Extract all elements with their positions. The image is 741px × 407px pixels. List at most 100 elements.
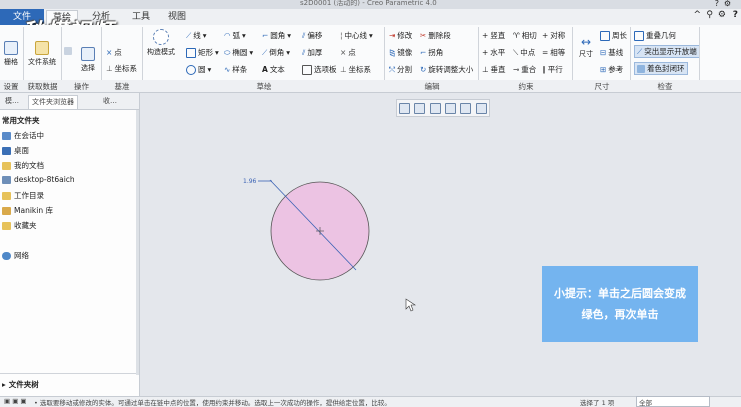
chamfer-button[interactable]: ⟋ 倒角 ▾ — [262, 47, 290, 58]
window-title: s2D0001 (活动的) - Creo Parametric 4.0 — [300, 0, 437, 7]
point-button[interactable]: × 点 — [106, 47, 122, 58]
x-point-icon: × — [106, 48, 113, 57]
offset-button[interactable]: ⫽ 偏移 — [302, 30, 322, 41]
coord2-button[interactable]: ⊥ 坐标系 — [340, 64, 371, 75]
group-dimension[interactable]: 尺寸 — [574, 81, 630, 92]
group-constrain[interactable]: 约束 — [480, 81, 572, 92]
expand-arrow-icon: ▸ — [2, 380, 6, 389]
line-icon: ⟋ — [186, 30, 192, 40]
coord-system-button[interactable]: ⊥ 坐标系 — [106, 63, 137, 74]
folder-favorites[interactable]: 收藏夹 — [2, 220, 37, 231]
circle-button[interactable]: 圆 ▾ — [186, 64, 211, 75]
tab-favorites[interactable]: 收… — [100, 95, 120, 108]
thicken-button[interactable]: ⫽ 加厚 — [302, 47, 322, 58]
grid-icon — [4, 41, 18, 55]
ellipse-button[interactable]: ⬭ 椭圆 ▾ — [224, 47, 253, 58]
group-operations[interactable]: 操作 — [63, 81, 100, 92]
help-icon[interactable]: ? — [715, 0, 719, 8]
tip-line-1: 小提示：单击之后圆会变成 — [554, 287, 686, 300]
tip-line-2: 绿色，再次单击 — [581, 308, 659, 321]
tab-folder-browser[interactable]: 文件夹浏览器 — [28, 95, 78, 109]
perimeter-button[interactable]: 周长 — [600, 30, 627, 41]
spline-button[interactable]: ∿ 样条 — [224, 64, 247, 75]
diameter-dimension-text[interactable]: 1.96 — [243, 178, 257, 185]
palette-button[interactable]: 选项板 — [302, 64, 337, 75]
mirror-icon: ⧎ — [389, 48, 396, 57]
group-get-data[interactable]: 获取数据 — [25, 81, 60, 92]
tab-model-tree[interactable]: 模… — [2, 95, 22, 108]
midpoint-icon: ⟍ — [513, 47, 519, 57]
tab-view[interactable]: 视图 — [162, 10, 192, 24]
tangent-icon: ♈ — [513, 31, 520, 40]
collapse-ribbon-icon[interactable]: ^ — [693, 10, 701, 20]
overlap-geometry-button[interactable]: 重叠几何 — [634, 30, 676, 41]
grid-button[interactable]: 栅格 — [2, 41, 20, 67]
construct-icon — [153, 29, 169, 45]
mouse-cursor-icon — [405, 298, 416, 312]
perpendicular-constraint[interactable]: ⊥ 垂直 — [482, 64, 506, 75]
folder-my-documents[interactable]: 我的文档 — [2, 160, 44, 171]
tab-tools[interactable]: 工具 — [126, 10, 156, 24]
delete-segment-icon: ✂ — [420, 31, 427, 40]
corner-button[interactable]: ⌐ 拐角 — [420, 47, 443, 58]
equal-icon: = — [542, 48, 549, 57]
delete-segment-button[interactable]: ✂ 删除段 — [420, 30, 451, 41]
folder-in-session[interactable]: 在会话中 — [2, 130, 44, 141]
group-settings[interactable]: 设置 — [0, 81, 22, 92]
equal-constraint[interactable]: = 相等 — [542, 47, 565, 58]
midpoint-constraint[interactable]: ⟍ 中点 — [513, 47, 535, 58]
corner-icon: ⌐ — [420, 48, 427, 57]
dimension-button[interactable]: ↔ 尺寸 — [576, 35, 596, 59]
folder-tree-toggle[interactable]: ▸ 文件夹树 — [2, 379, 39, 390]
tangent-constraint[interactable]: ♈ 相切 — [513, 30, 537, 41]
panel-scrollbar[interactable] — [136, 110, 139, 375]
panel-divider — [0, 373, 139, 374]
dimension-icon: ↔ — [580, 35, 592, 49]
file-system-button[interactable]: 文件系统 — [27, 41, 57, 67]
gear-icon[interactable]: ⚙ — [718, 10, 726, 20]
symmetric-constraint[interactable]: + 对称 — [542, 30, 565, 41]
divide-button[interactable]: ⤲ 分割 — [389, 64, 412, 75]
point2-button[interactable]: × 点 — [340, 47, 356, 58]
modify-button[interactable]: ⇥ 修改 — [389, 30, 412, 41]
thicken-icon: ⫽ — [302, 47, 306, 57]
horizontal-icon: + — [482, 48, 489, 57]
construct-mode-button[interactable]: 构造模式 — [145, 29, 177, 57]
text-button[interactable]: A 文本 — [262, 64, 285, 75]
baseline-button[interactable]: ⊟ 基线 — [600, 47, 623, 58]
fillet-button[interactable]: ⌐ 圆角 ▾ — [262, 30, 291, 41]
group-edit: 编辑 — [424, 82, 440, 91]
parallel-constraint[interactable]: ∥ 平行 — [542, 64, 563, 75]
group-inspect[interactable]: 检查 — [632, 81, 698, 92]
coincident-constraint[interactable]: ⊸ 重合 — [513, 64, 536, 75]
mirror-button[interactable]: ⧎ 镜像 — [389, 47, 412, 58]
rotate-resize-button[interactable]: ↻ 旋转调整大小 — [420, 64, 473, 75]
rectangle-button[interactable]: 矩形 ▾ — [186, 47, 219, 58]
settings-icon[interactable]: ⚙ — [724, 0, 731, 8]
text-icon: A — [262, 65, 268, 74]
rotate-icon: ↻ — [420, 65, 427, 74]
centerline-button[interactable]: ¦ 中心线 ▾ — [340, 30, 373, 41]
copy-button[interactable] — [64, 47, 72, 55]
help-circle-icon[interactable]: ? — [733, 10, 738, 20]
select-button[interactable]: 选择 — [78, 47, 98, 73]
folder-desktop[interactable]: 桌面 — [2, 145, 29, 156]
circle-icon — [186, 64, 196, 75]
folder-computer[interactable]: desktop-8t6aich — [2, 175, 75, 184]
highlight-open-ends-button[interactable]: ⟋ 突出显示开放端 — [634, 45, 700, 58]
shade-closed-loops-button[interactable]: 着色封闭环 — [634, 62, 688, 75]
vertical-constraint[interactable]: + 竖直 — [482, 30, 505, 41]
folder-working-directory[interactable]: 工作目录 — [2, 190, 44, 201]
status-icons: ▣ ▣ ▣ — [4, 397, 27, 405]
filter-dropdown[interactable]: 全部 — [636, 396, 710, 407]
search-icon[interactable]: ⚲ — [706, 10, 713, 20]
folder-icon — [35, 41, 49, 55]
folder-network[interactable]: 网络 — [2, 250, 29, 261]
shade-icon — [637, 64, 645, 73]
horizontal-constraint[interactable]: + 水平 — [482, 47, 505, 58]
cursor-icon — [81, 47, 95, 61]
arc-button[interactable]: ◠ 弧 ▾ — [224, 30, 246, 41]
reference-button[interactable]: ⊞ 参考 — [600, 64, 623, 75]
folder-manikin-library[interactable]: Manikin 库 — [2, 205, 53, 216]
line-button[interactable]: ⟋ 线 ▾ — [186, 30, 207, 41]
